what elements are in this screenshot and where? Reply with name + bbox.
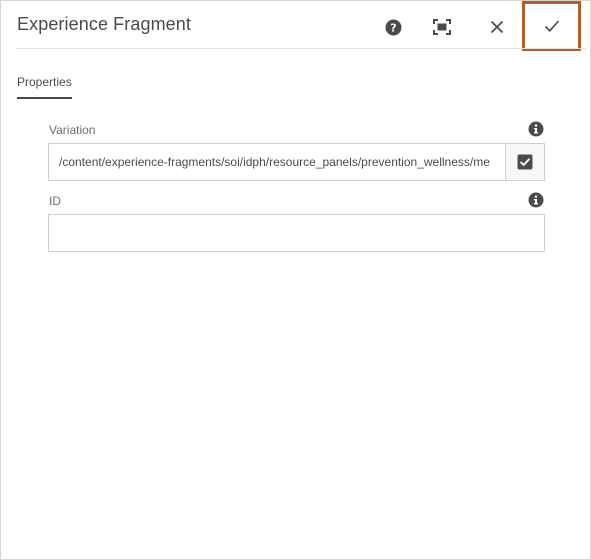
fullscreen-button[interactable] [428,13,456,41]
tab-list: Properties [17,73,72,99]
info-icon[interactable] [528,121,544,137]
close-icon [490,20,504,34]
header-divider [16,48,586,49]
dialog-title: Experience Fragment [17,14,191,34]
experience-fragment-dialog: Experience Fragment ? Properties Variati… [0,0,591,560]
close-button[interactable] [483,13,511,41]
id-input[interactable] [48,214,545,252]
tab-properties[interactable]: Properties [17,75,72,99]
variation-input[interactable] [48,143,505,181]
info-icon[interactable] [528,192,544,208]
dialog-header: Experience Fragment ? [1,1,590,51]
checkmark-icon [544,20,559,32]
help-icon: ? [385,19,401,35]
fullscreen-icon [433,19,451,35]
help-button[interactable]: ? [379,13,407,41]
done-button[interactable] [522,1,581,51]
variation-label: Variation [49,123,96,137]
svg-text:?: ? [390,21,396,34]
id-label: ID [49,194,61,208]
checkbox-icon [517,154,533,170]
variation-picker-button[interactable] [505,143,545,181]
variation-field [48,143,545,181]
